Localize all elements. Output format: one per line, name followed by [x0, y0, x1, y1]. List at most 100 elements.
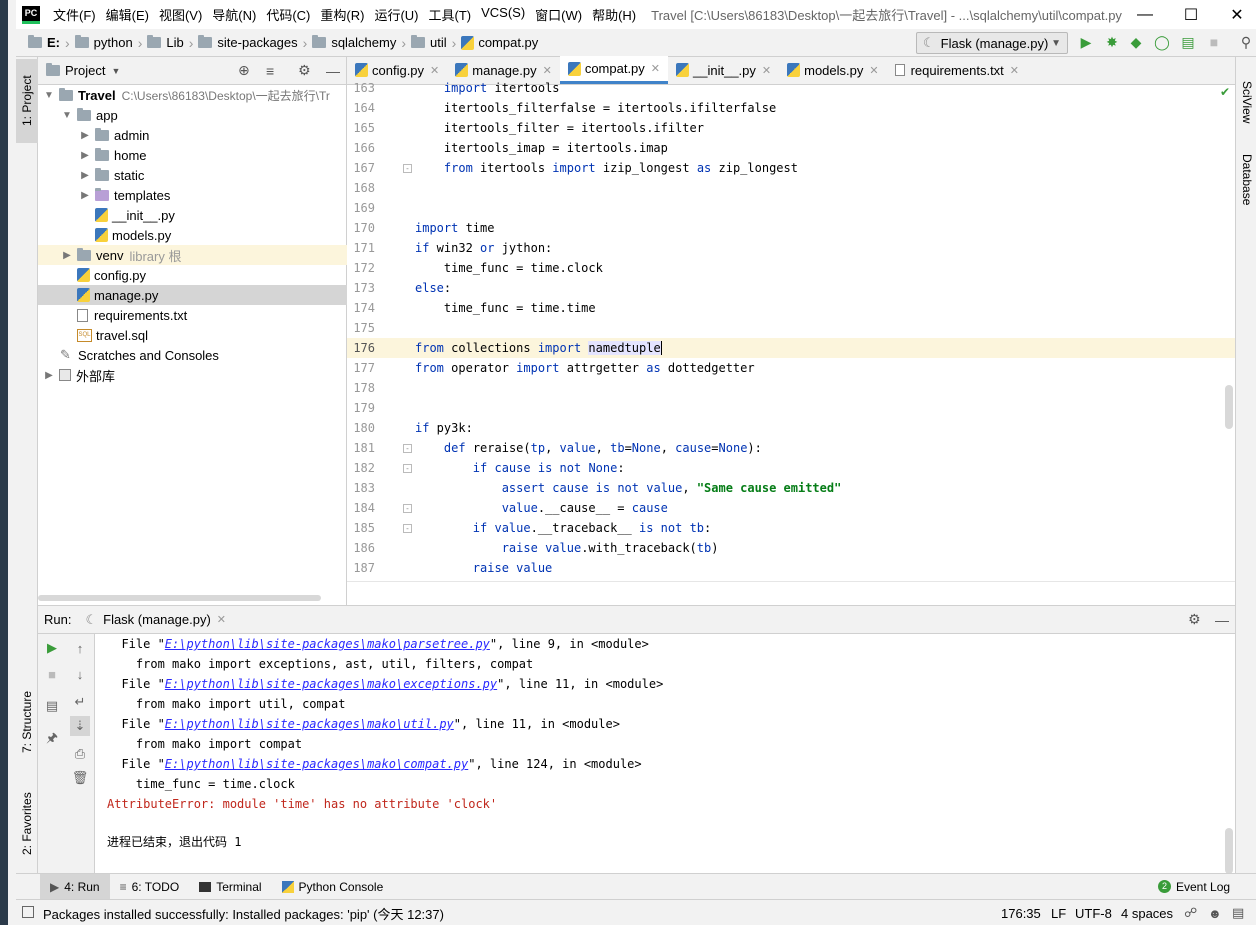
tab-event-log[interactable]: 2 Event Log — [1148, 880, 1240, 894]
layout-icon[interactable] — [22, 906, 34, 918]
tab-terminal[interactable]: Terminal — [189, 880, 271, 894]
tab-favorites[interactable]: 2: Favorites — [16, 779, 38, 869]
tab-database[interactable]: Database — [1236, 145, 1256, 215]
tree-item-config-py[interactable]: config.py — [38, 265, 347, 285]
fold-marker-icon[interactable]: - — [403, 164, 412, 173]
concurrency-button[interactable]: ▤ — [1180, 34, 1196, 50]
tree-item-static[interactable]: ▶ static — [38, 165, 347, 185]
minimize-button[interactable]: — — [1122, 0, 1168, 29]
tree-item-manage-py[interactable]: manage.py — [38, 285, 347, 305]
run-tab[interactable]: ☾ Flask (manage.py) ✕ — [85, 612, 226, 628]
fold-marker-icon[interactable]: - — [403, 504, 412, 513]
close-window-button[interactable]: ✕ — [1214, 0, 1256, 29]
tab-python-console[interactable]: Python Console — [272, 880, 394, 894]
menu-code[interactable]: 代码(C) — [261, 5, 315, 24]
breadcrumb-drive[interactable]: E: — [26, 35, 62, 50]
tree-item-requirements[interactable]: requirements.txt — [38, 305, 347, 325]
tab-sciview[interactable]: SciView — [1236, 67, 1256, 137]
tree-item-app[interactable]: ▼ app — [38, 105, 347, 125]
menu-refactor[interactable]: 重构(R) — [315, 5, 369, 24]
lock-icon[interactable]: ☍ — [1184, 900, 1197, 926]
stop-button[interactable]: ■ — [1206, 34, 1222, 50]
file-link[interactable]: E:\python\lib\site-packages\mako\parsetr… — [165, 637, 490, 651]
scroll-to-end-icon[interactable]: ⇣ — [70, 716, 90, 736]
debug-button[interactable]: ✸ — [1104, 34, 1120, 50]
tree-item-models-py[interactable]: models.py — [38, 225, 347, 245]
fold-marker-icon[interactable]: - — [403, 464, 412, 473]
file-link[interactable]: E:\python\lib\site-packages\mako\excepti… — [165, 677, 497, 691]
project-panel-title[interactable]: Project — [65, 63, 105, 78]
tree-item-init-py[interactable]: __init__.py — [38, 205, 347, 225]
breadcrumb-sqlalchemy[interactable]: sqlalchemy — [310, 35, 398, 50]
breadcrumb-python[interactable]: python — [73, 35, 135, 50]
tab-structure[interactable]: 7: Structure — [16, 679, 38, 765]
close-icon[interactable]: ✕ — [869, 64, 878, 77]
profile-button[interactable]: ◯ — [1154, 34, 1170, 50]
menu-navigate[interactable]: 导航(N) — [207, 5, 261, 24]
collapse-all-icon[interactable]: ≡ — [266, 63, 274, 79]
run-button[interactable]: ▶ — [1078, 34, 1094, 50]
menu-edit[interactable]: 编辑(E) — [101, 5, 154, 24]
menu-window[interactable]: 窗口(W) — [530, 5, 587, 24]
console-scrollbar[interactable] — [1225, 828, 1233, 874]
menu-vcs[interactable]: VCS(S) — [476, 5, 530, 24]
tree-item-travel-sql[interactable]: SQL travel.sql — [38, 325, 347, 345]
search-icon[interactable]: ⚲ — [1238, 34, 1254, 50]
console-output[interactable]: File "E:\python\lib\site-packages\mako\p… — [95, 634, 1235, 874]
tree-item-admin[interactable]: ▶ admin — [38, 125, 347, 145]
status-message[interactable]: Packages installed successfully: Install… — [43, 900, 444, 926]
menu-file[interactable]: 文件(F) — [48, 5, 101, 24]
inspection-ok-icon[interactable]: ✔ — [1220, 85, 1230, 99]
breadcrumb-util[interactable]: util — [409, 35, 449, 50]
run-coverage-button[interactable]: ◆ — [1128, 34, 1144, 50]
indent-setting[interactable]: 4 spaces — [1121, 900, 1173, 926]
file-encoding[interactable]: UTF-8 — [1075, 900, 1112, 926]
pin-icon[interactable]: 🖈 — [42, 730, 62, 750]
close-icon[interactable]: ✕ — [430, 64, 439, 77]
editor-vertical-scrollbar[interactable] — [1225, 385, 1233, 429]
close-icon[interactable]: ✕ — [762, 64, 771, 77]
menu-run[interactable]: 运行(U) — [369, 5, 423, 24]
fold-marker-icon[interactable]: - — [403, 444, 412, 453]
memory-indicator-icon[interactable]: ▤ — [1232, 900, 1244, 926]
scroll-down-icon[interactable]: ↓ — [70, 664, 90, 684]
breadcrumb-lib[interactable]: Lib — [145, 35, 185, 50]
editor-horizontal-scrollbar[interactable] — [347, 581, 1235, 582]
tree-item-home[interactable]: ▶ home — [38, 145, 347, 165]
tree-item-scratches[interactable]: ✎ Scratches and Consoles — [38, 345, 347, 365]
menu-tools[interactable]: 工具(T) — [423, 5, 476, 24]
close-icon[interactable]: ✕ — [651, 62, 660, 75]
print-icon[interactable]: ⎙ — [70, 744, 90, 764]
horizontal-scrollbar[interactable] — [38, 595, 321, 601]
gear-icon[interactable]: ⚙ — [1188, 611, 1201, 628]
trash-icon[interactable]: 🗑 — [70, 768, 90, 788]
stop-icon[interactable]: ■ — [42, 664, 62, 684]
menu-view[interactable]: 视图(V) — [154, 5, 207, 24]
tree-item-travel[interactable]: ▼ Travel C:\Users\86183\Desktop\一起去旅行\Tr — [38, 85, 347, 105]
menu-help[interactable]: 帮助(H) — [587, 5, 641, 24]
hide-icon[interactable]: — — [1215, 612, 1229, 628]
line-separator[interactable]: LF — [1051, 900, 1066, 926]
tab-run[interactable]: ▶ 4: Run — [40, 873, 110, 900]
close-icon[interactable]: ✕ — [543, 64, 552, 77]
tab-project[interactable]: 1: Project — [16, 59, 38, 143]
file-link[interactable]: E:\python\lib\site-packages\mako\compat.… — [165, 757, 468, 771]
close-icon[interactable]: ✕ — [217, 613, 226, 626]
inspector-icon[interactable]: ☻ — [1208, 900, 1222, 926]
gear-icon[interactable]: ⚙ — [298, 62, 311, 79]
tree-item-external-libs[interactable]: ▶ 外部库 — [38, 365, 347, 385]
caret-position[interactable]: 176:35 — [1001, 900, 1041, 926]
layout-icon[interactable]: ▤ — [42, 696, 62, 716]
soft-wrap-icon[interactable]: ↵ — [70, 692, 90, 712]
rerun-icon[interactable]: ▶ — [42, 638, 62, 658]
close-icon[interactable]: ✕ — [1010, 64, 1019, 77]
chevron-down-icon[interactable]: ▼ — [111, 66, 120, 76]
code-area[interactable]: 163 import itertools 164 itertools_filte… — [347, 78, 1235, 582]
breadcrumb-site-packages[interactable]: site-packages — [196, 35, 299, 50]
locate-icon[interactable]: ⊕ — [238, 62, 250, 79]
tab-todo[interactable]: ≡ 6: TODO — [110, 880, 190, 894]
hide-icon[interactable]: — — [326, 63, 340, 79]
file-link[interactable]: E:\python\lib\site-packages\mako\util.py — [165, 717, 454, 731]
tree-item-venv[interactable]: ▶ venv library 根 — [38, 245, 347, 265]
run-configuration-select[interactable]: ☾ Flask (manage.py) ▼ — [916, 32, 1068, 54]
